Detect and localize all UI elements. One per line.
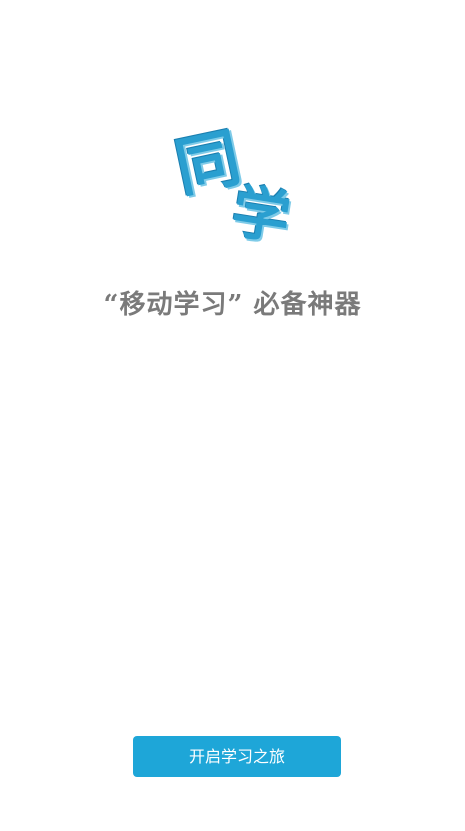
start-learning-button[interactable]: 开启学习之旅 bbox=[133, 736, 341, 777]
tagline: “移动学习” 必备神器 bbox=[103, 290, 362, 320]
logo-char-xue: 学 bbox=[227, 176, 295, 254]
app-logo: 同 学 bbox=[169, 121, 302, 256]
